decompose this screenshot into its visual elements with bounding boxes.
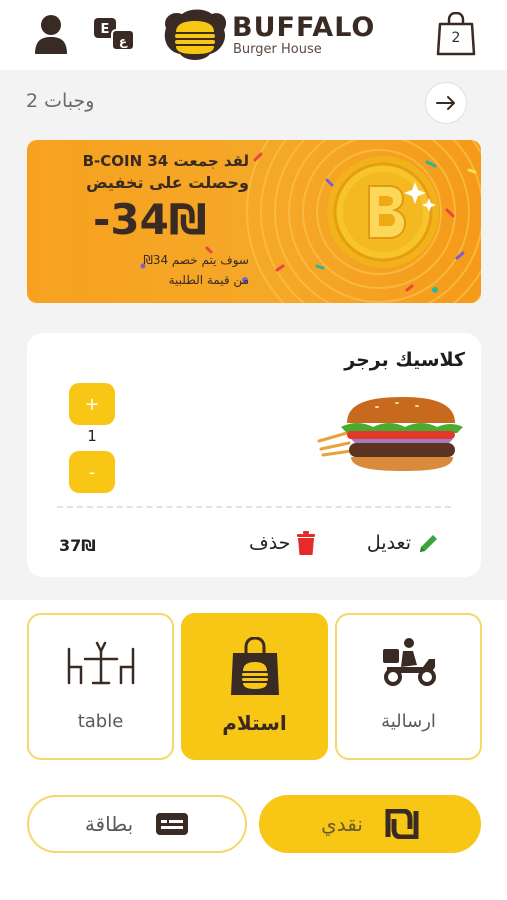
- payment-card-button[interactable]: بطاقة: [27, 795, 247, 853]
- cart-button[interactable]: 2: [436, 11, 476, 56]
- user-icon[interactable]: [34, 14, 68, 54]
- edit-button[interactable]: تعديل: [367, 531, 441, 555]
- decrease-quantity-button[interactable]: -: [69, 451, 115, 493]
- item-price: 37₪: [59, 536, 96, 555]
- payment-cash-label: نقدي: [321, 812, 363, 836]
- card-divider: [57, 506, 451, 508]
- language-icon[interactable]: E ع: [92, 16, 136, 52]
- meals-header: وجبات 2: [26, 82, 471, 124]
- promo-line-1: لقد جمعت B-COIN 34: [82, 152, 249, 170]
- lang-en-glyph: E: [101, 22, 110, 37]
- arrow-right-icon: [436, 96, 455, 110]
- order-type-pickup[interactable]: استلام: [181, 613, 328, 760]
- brand-name: BUFFALO: [232, 12, 376, 43]
- promo-sub-line-1: سوف يتم خصم 34₪: [143, 253, 249, 267]
- delete-button[interactable]: حذف: [249, 531, 316, 555]
- increase-quantity-button[interactable]: +: [69, 383, 115, 425]
- promo-discount-amount: -34₪: [93, 195, 207, 244]
- payment-cash-button[interactable]: نقدي: [259, 795, 481, 853]
- dining-table-icon: [67, 641, 134, 685]
- cart-count: 2: [451, 30, 461, 46]
- burger-image: [317, 397, 463, 471]
- back-button[interactable]: [425, 82, 467, 124]
- order-type-table[interactable]: table: [27, 613, 174, 760]
- minus-icon: -: [88, 461, 96, 483]
- trash-icon: [297, 531, 316, 555]
- pickup-bag-icon: [230, 637, 279, 695]
- app-header: E ع BUFFALO Burger House 2: [0, 0, 507, 70]
- promo-sub-line-2: من قيمة الطلبية: [168, 273, 249, 287]
- lang-ar-glyph: ع: [119, 34, 128, 48]
- order-type-table-label: table: [77, 711, 124, 732]
- order-type-delivery[interactable]: ارسالية: [335, 613, 482, 760]
- edit-label: تعديل: [366, 532, 411, 554]
- order-type-pickup-label: استلام: [222, 711, 287, 735]
- bcoin-promo-banner: لقد جمعت B-COIN 34 وحصلت على تخفيض -34₪ …: [27, 140, 481, 303]
- promo-line-2: وحصلت على تخفيض: [86, 173, 249, 192]
- credit-card-icon: [156, 813, 189, 835]
- delivery-scooter-icon: [382, 638, 436, 686]
- bcoin-icon: [327, 156, 439, 268]
- pencil-icon: [420, 535, 437, 552]
- payment-card-label: بطاقة: [84, 812, 134, 836]
- buffalo-logo-icon: [164, 9, 227, 60]
- meals-count: وجبات 2: [26, 90, 95, 112]
- quantity-value: 1: [87, 427, 97, 445]
- shekel-icon: [385, 809, 419, 839]
- brand-logo[interactable]: BUFFALO Burger House: [160, 8, 374, 62]
- delete-label: حذف: [249, 532, 291, 554]
- order-type-delivery-label: ارسالية: [381, 711, 436, 732]
- cart-item-card: كلاسيك برجر + 1 - تعديل حذف 37₪: [27, 333, 481, 577]
- product-name: كلاسيك برجر: [344, 349, 465, 371]
- brand-subtitle: Burger House: [233, 42, 322, 57]
- plus-icon: +: [84, 393, 100, 415]
